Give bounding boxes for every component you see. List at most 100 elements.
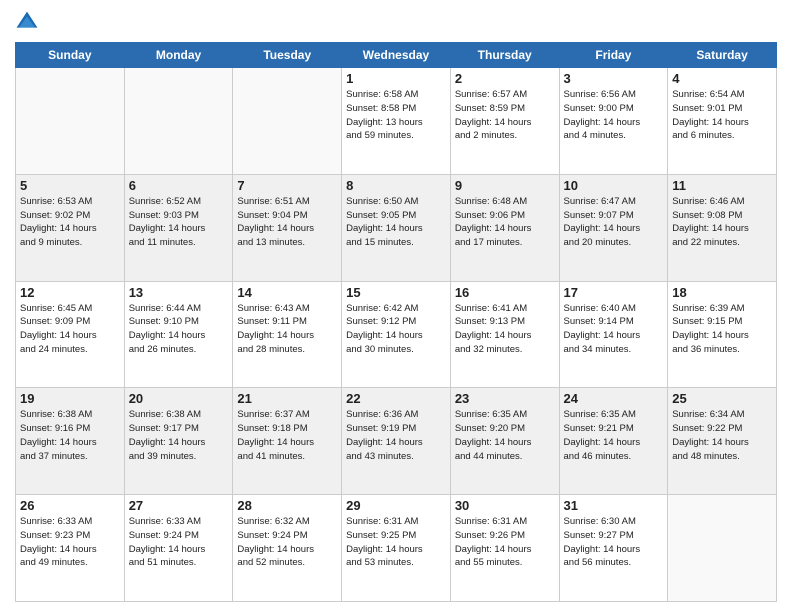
- table-row: [124, 68, 233, 175]
- day-info: Sunrise: 6:35 AMSunset: 9:20 PMDaylight:…: [455, 408, 555, 463]
- table-row: 9 Sunrise: 6:48 AMSunset: 9:06 PMDaylight…: [450, 174, 559, 281]
- day-number: 18: [672, 285, 772, 300]
- day-info: Sunrise: 6:30 AMSunset: 9:27 PMDaylight:…: [564, 515, 664, 570]
- calendar-week-row: 1 Sunrise: 6:58 AMSunset: 8:58 PMDaylight…: [16, 68, 777, 175]
- day-number: 4: [672, 71, 772, 86]
- day-info: Sunrise: 6:43 AMSunset: 9:11 PMDaylight:…: [237, 302, 337, 357]
- table-row: 23 Sunrise: 6:35 AMSunset: 9:20 PMDayligh…: [450, 388, 559, 495]
- table-row: 14 Sunrise: 6:43 AMSunset: 9:11 PMDayligh…: [233, 281, 342, 388]
- day-number: 21: [237, 391, 337, 406]
- day-number: 16: [455, 285, 555, 300]
- weekday-header-row: SundayMondayTuesdayWednesdayThursdayFrid…: [16, 43, 777, 68]
- day-info: Sunrise: 6:51 AMSunset: 9:04 PMDaylight:…: [237, 195, 337, 250]
- table-row: 4 Sunrise: 6:54 AMSunset: 9:01 PMDaylight…: [668, 68, 777, 175]
- table-row: 29Sunrise: 6:31 AMSunset: 9:25 PMDayligh…: [342, 495, 451, 602]
- calendar-week-row: 19 Sunrise: 6:38 AMSunset: 9:16 PMDayligh…: [16, 388, 777, 495]
- day-number: 8: [346, 178, 446, 193]
- table-row: 30 Sunrise: 6:31 AMSunset: 9:26 PMDayligh…: [450, 495, 559, 602]
- day-info: Sunrise: 6:46 AMSunset: 9:08 PMDaylight:…: [672, 195, 772, 250]
- table-row: 2Sunrise: 6:57 AMSunset: 8:59 PMDaylight…: [450, 68, 559, 175]
- day-number: 30: [455, 498, 555, 513]
- table-row: 15 Sunrise: 6:42 AMSunset: 9:12 PMDayligh…: [342, 281, 451, 388]
- day-number: 15: [346, 285, 446, 300]
- table-row: 25 Sunrise: 6:34 AMSunset: 9:22 PMDayligh…: [668, 388, 777, 495]
- day-info: Sunrise: 6:32 AMSunset: 9:24 PMDaylight:…: [237, 515, 337, 570]
- day-number: 27: [129, 498, 229, 513]
- day-number: 3: [564, 71, 664, 86]
- day-info: Sunrise: 6:38 AMSunset: 9:16 PMDaylight:…: [20, 408, 120, 463]
- logo: [15, 10, 43, 34]
- day-number: 2: [455, 71, 555, 86]
- day-number: 11: [672, 178, 772, 193]
- table-row: 28 Sunrise: 6:32 AMSunset: 9:24 PMDayligh…: [233, 495, 342, 602]
- weekday-header-wednesday: Wednesday: [342, 43, 451, 68]
- day-number: 29: [346, 498, 446, 513]
- day-number: 24: [564, 391, 664, 406]
- day-info: Sunrise: 6:37 AMSunset: 9:18 PMDaylight:…: [237, 408, 337, 463]
- table-row: 12 Sunrise: 6:45 AMSunset: 9:09 PMDayligh…: [16, 281, 125, 388]
- day-number: 1: [346, 71, 446, 86]
- table-row: 27 Sunrise: 6:33 AMSunset: 9:24 PMDayligh…: [124, 495, 233, 602]
- table-row: 3Sunrise: 6:56 AMSunset: 9:00 PMDaylight…: [559, 68, 668, 175]
- day-info: Sunrise: 6:35 AMSunset: 9:21 PMDaylight:…: [564, 408, 664, 463]
- day-number: 9: [455, 178, 555, 193]
- table-row: 17Sunrise: 6:40 AMSunset: 9:14 PMDayligh…: [559, 281, 668, 388]
- day-number: 31: [564, 498, 664, 513]
- table-row: 13 Sunrise: 6:44 AMSunset: 9:10 PMDayligh…: [124, 281, 233, 388]
- table-row: [668, 495, 777, 602]
- day-number: 14: [237, 285, 337, 300]
- table-row: 24 Sunrise: 6:35 AMSunset: 9:21 PMDayligh…: [559, 388, 668, 495]
- day-info: Sunrise: 6:42 AMSunset: 9:12 PMDaylight:…: [346, 302, 446, 357]
- table-row: 5 Sunrise: 6:53 AMSunset: 9:02 PMDaylight…: [16, 174, 125, 281]
- day-number: 6: [129, 178, 229, 193]
- day-info: Sunrise: 6:31 AMSunset: 9:26 PMDaylight:…: [455, 515, 555, 570]
- day-info: Sunrise: 6:39 AMSunset: 9:15 PMDaylight:…: [672, 302, 772, 357]
- day-info: Sunrise: 6:48 AMSunset: 9:06 PMDaylight:…: [455, 195, 555, 250]
- day-info: Sunrise: 6:34 AMSunset: 9:22 PMDaylight:…: [672, 408, 772, 463]
- table-row: 7 Sunrise: 6:51 AMSunset: 9:04 PMDaylight…: [233, 174, 342, 281]
- day-info: Sunrise: 6:47 AMSunset: 9:07 PMDaylight:…: [564, 195, 664, 250]
- table-row: 26 Sunrise: 6:33 AMSunset: 9:23 PMDayligh…: [16, 495, 125, 602]
- header: [15, 10, 777, 34]
- day-number: 19: [20, 391, 120, 406]
- weekday-header-tuesday: Tuesday: [233, 43, 342, 68]
- table-row: 21 Sunrise: 6:37 AMSunset: 9:18 PMDayligh…: [233, 388, 342, 495]
- day-number: 25: [672, 391, 772, 406]
- day-info: Sunrise: 6:53 AMSunset: 9:02 PMDaylight:…: [20, 195, 120, 250]
- table-row: 6 Sunrise: 6:52 AMSunset: 9:03 PMDaylight…: [124, 174, 233, 281]
- day-info: Sunrise: 6:50 AMSunset: 9:05 PMDaylight:…: [346, 195, 446, 250]
- day-info: Sunrise: 6:33 AMSunset: 9:23 PMDaylight:…: [20, 515, 120, 570]
- table-row: 8 Sunrise: 6:50 AMSunset: 9:05 PMDaylight…: [342, 174, 451, 281]
- day-number: 26: [20, 498, 120, 513]
- day-number: 5: [20, 178, 120, 193]
- calendar-week-row: 12 Sunrise: 6:45 AMSunset: 9:09 PMDayligh…: [16, 281, 777, 388]
- weekday-header-thursday: Thursday: [450, 43, 559, 68]
- weekday-header-saturday: Saturday: [668, 43, 777, 68]
- day-number: 13: [129, 285, 229, 300]
- table-row: [233, 68, 342, 175]
- day-info: Sunrise: 6:45 AMSunset: 9:09 PMDaylight:…: [20, 302, 120, 357]
- day-info: Sunrise: 6:36 AMSunset: 9:19 PMDaylight:…: [346, 408, 446, 463]
- day-number: 17: [564, 285, 664, 300]
- table-row: 1 Sunrise: 6:58 AMSunset: 8:58 PMDaylight…: [342, 68, 451, 175]
- day-info: Sunrise: 6:58 AMSunset: 8:58 PMDaylight:…: [346, 88, 446, 143]
- day-info: Sunrise: 6:54 AMSunset: 9:01 PMDaylight:…: [672, 88, 772, 143]
- table-row: 18 Sunrise: 6:39 AMSunset: 9:15 PMDayligh…: [668, 281, 777, 388]
- calendar-week-row: 5 Sunrise: 6:53 AMSunset: 9:02 PMDaylight…: [16, 174, 777, 281]
- day-info: Sunrise: 6:33 AMSunset: 9:24 PMDaylight:…: [129, 515, 229, 570]
- day-info: Sunrise: 6:38 AMSunset: 9:17 PMDaylight:…: [129, 408, 229, 463]
- calendar-week-row: 26 Sunrise: 6:33 AMSunset: 9:23 PMDayligh…: [16, 495, 777, 602]
- weekday-header-sunday: Sunday: [16, 43, 125, 68]
- day-number: 10: [564, 178, 664, 193]
- day-info: Sunrise: 6:44 AMSunset: 9:10 PMDaylight:…: [129, 302, 229, 357]
- day-number: 7: [237, 178, 337, 193]
- table-row: 16Sunrise: 6:41 AMSunset: 9:13 PMDayligh…: [450, 281, 559, 388]
- table-row: [16, 68, 125, 175]
- day-info: Sunrise: 6:52 AMSunset: 9:03 PMDaylight:…: [129, 195, 229, 250]
- table-row: 11 Sunrise: 6:46 AMSunset: 9:08 PMDayligh…: [668, 174, 777, 281]
- day-number: 23: [455, 391, 555, 406]
- day-number: 28: [237, 498, 337, 513]
- table-row: 22Sunrise: 6:36 AMSunset: 9:19 PMDayligh…: [342, 388, 451, 495]
- day-number: 20: [129, 391, 229, 406]
- day-number: 12: [20, 285, 120, 300]
